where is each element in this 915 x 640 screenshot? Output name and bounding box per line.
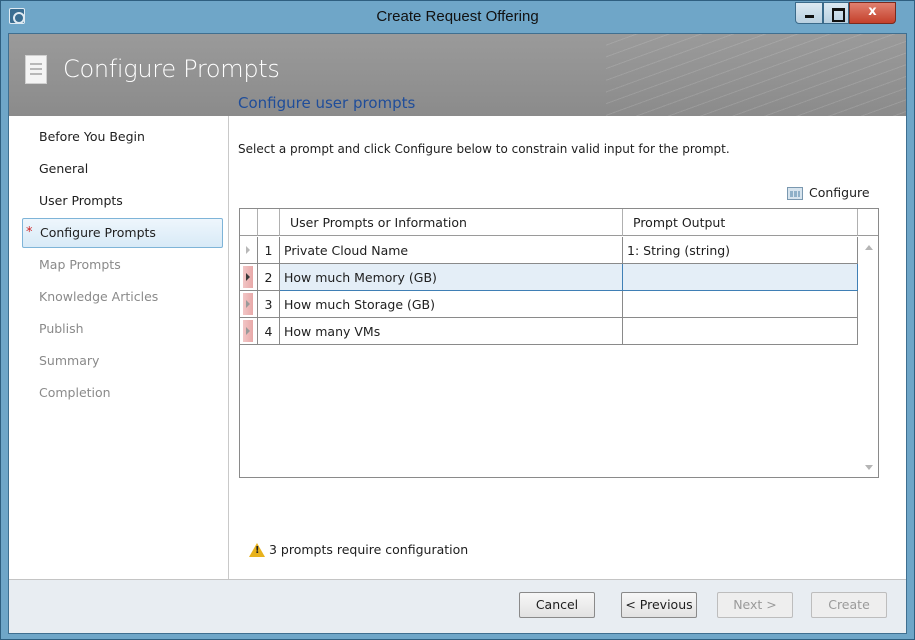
prompt-name-cell[interactable]: How much Memory (GB) [280,264,623,291]
row-arrow-icon [246,246,250,254]
minimize-button[interactable] [795,2,823,24]
warning-message: 3 prompts require configuration [249,542,468,557]
row-indicator[interactable] [240,318,258,345]
row-number: 2 [258,264,280,291]
prompt-name-cell[interactable]: How many VMs [280,318,623,345]
maximize-button[interactable] [823,2,849,24]
nav-item-label: Knowledge Articles [39,289,159,304]
prompt-name-cell[interactable]: How much Storage (GB) [280,291,623,318]
prompt-output-cell[interactable]: 1: String (string) [623,237,858,264]
section-heading: Configure user prompts [238,94,416,112]
warning-text: 3 prompts require configuration [269,542,469,557]
row-indicator[interactable] [240,291,258,318]
row-arrow-icon [246,327,250,335]
nav-item-label: User Prompts [39,193,123,208]
prompt-name-cell[interactable]: Private Cloud Name [280,237,623,264]
cancel-button[interactable]: Cancel [519,592,595,618]
table-header: User Prompts or Information Prompt Outpu… [240,209,878,236]
nav-item-completion[interactable]: Completion [22,378,223,408]
row-arrow-icon [246,273,250,281]
nav-item-publish[interactable]: Publish [22,314,223,344]
configure-label: Configure [809,185,870,200]
nav-item-summary[interactable]: Summary [22,346,223,376]
nav-item-knowledge-articles[interactable]: Knowledge Articles [22,282,223,312]
nav-item-user-prompts[interactable]: User Prompts [22,186,223,216]
prompts-table[interactable]: User Prompts or Information Prompt Outpu… [239,208,879,478]
nav-item-label: Before You Begin [39,129,145,144]
prompt-output-cell[interactable] [623,318,858,345]
instructions-text: Select a prompt and click Configure belo… [238,142,730,156]
nav-item-general[interactable]: General [22,154,223,184]
row-number: 4 [258,318,280,345]
banner-decoration [606,34,906,116]
row-number: 1 [258,237,280,264]
nav-item-label: Publish [39,321,84,336]
row-arrow-icon [246,300,250,308]
warning-icon [249,543,265,557]
wizard-banner: Configure Prompts [9,34,906,116]
nav-item-label: Completion [39,385,111,400]
nav-item-label: Summary [39,353,100,368]
page-title: Configure Prompts [63,55,280,83]
close-icon: x [868,4,877,19]
table-scrollbar[interactable] [860,237,878,477]
row-indicator[interactable] [240,264,258,291]
prompt-output-cell[interactable] [623,291,858,318]
nav-item-map-prompts[interactable]: Map Prompts [22,250,223,280]
wizard-step-nav: Before You Begin General User Prompts * … [9,116,229,580]
scroll-down-icon[interactable] [865,465,873,470]
nav-item-configure-prompts[interactable]: * Configure Prompts [22,218,223,248]
create-request-offering-window: Create Request Offering x Configure Prom… [0,0,915,640]
previous-button[interactable]: < Previous [621,592,697,618]
row-number: 3 [258,291,280,318]
prompt-output-cell[interactable] [623,264,858,291]
table-row[interactable]: 4 How many VMs [240,318,858,345]
close-button[interactable]: x [849,2,896,24]
table-row[interactable]: 3 How much Storage (GB) [240,291,858,318]
configure-icon [787,187,803,200]
document-icon [25,55,47,84]
configure-button[interactable]: Configure [787,185,870,203]
scroll-up-icon[interactable] [865,245,873,250]
required-marker: * [26,225,33,240]
nav-item-label: Map Prompts [39,257,121,272]
row-indicator[interactable] [240,237,258,264]
header-indicator-cell [240,209,258,236]
table-row[interactable]: 1 Private Cloud Name 1: String (string) [240,237,858,264]
table-row[interactable]: 2 How much Memory (GB) [240,264,858,291]
nav-item-label: Configure Prompts [40,225,156,240]
window-title: Create Request Offering [376,8,539,25]
nav-item-before-you-begin[interactable]: Before You Begin [22,122,223,152]
column-header-user-prompts[interactable]: User Prompts or Information [280,209,623,236]
title-bar[interactable]: Create Request Offering x [1,1,914,33]
column-header-prompt-output[interactable]: Prompt Output [623,209,858,236]
nav-item-label: General [39,161,89,176]
wizard-footer: Cancel < Previous Next > Create [9,579,906,633]
header-number-cell [258,209,280,236]
next-button[interactable]: Next > [717,592,793,618]
create-button[interactable]: Create [811,592,887,618]
